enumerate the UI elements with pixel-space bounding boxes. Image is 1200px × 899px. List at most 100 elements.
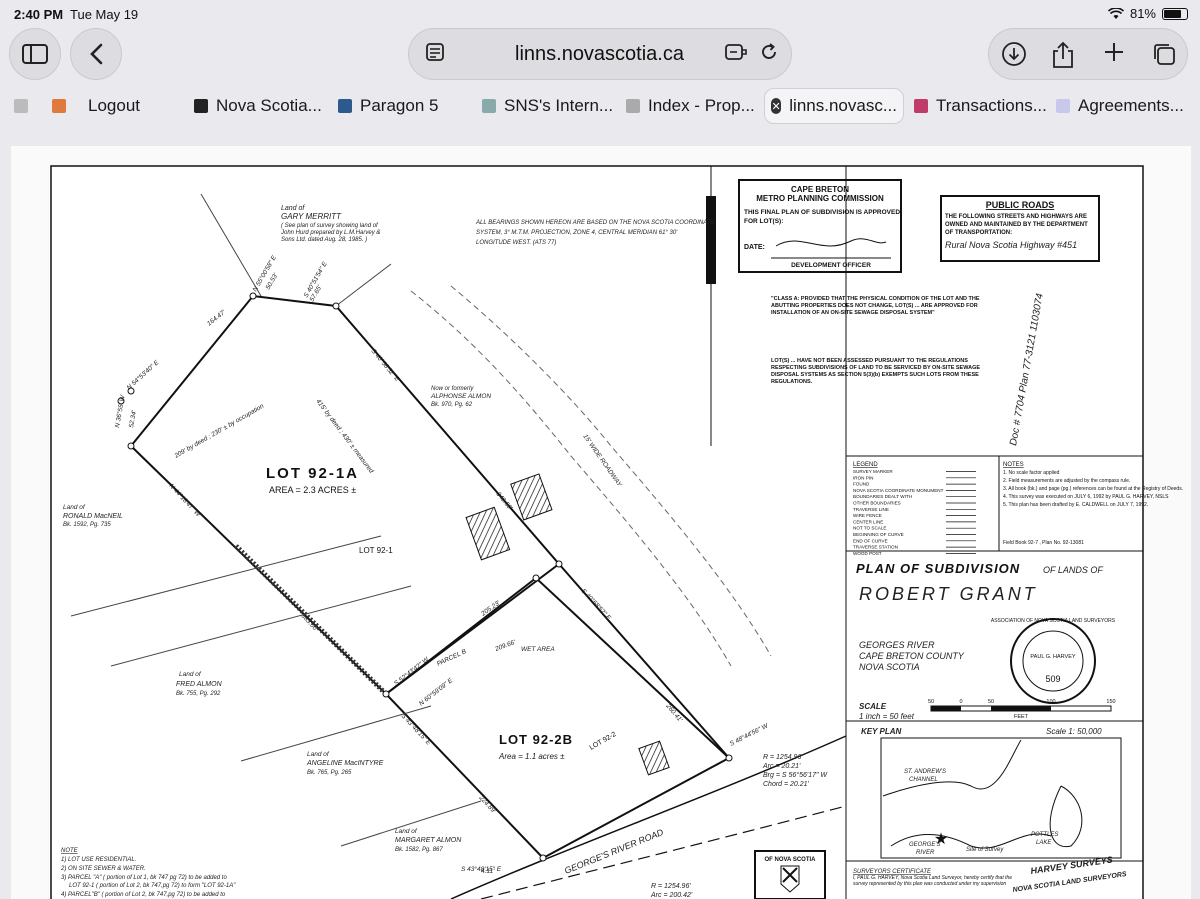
- svg-text:5. This plan has been drafted: 5. This plan has been drafted by E. CALD…: [1003, 502, 1148, 508]
- scale-tick-label: 50: [928, 699, 934, 705]
- svg-text:LOT 92-1 ( portion of Lot 2, b: LOT 92-1 ( portion of Lot 2, bk 747,pg 7…: [69, 883, 236, 889]
- approval-line: THIS FINAL PLAN OF SUBDIVISION IS APPROV…: [744, 209, 900, 216]
- scale-label: SCALE: [859, 702, 887, 711]
- svg-text:WET AREA: WET AREA: [521, 646, 555, 653]
- svg-text:RONALD MacNEIL: RONALD MacNEIL: [63, 513, 123, 520]
- svg-text:Bk. 765, Pg. 265: Bk. 765, Pg. 265: [307, 770, 352, 776]
- owner-label: Land of: [281, 205, 305, 212]
- lot-assessment-note: LOT(S) ... HAVE NOT BEEN ASSESSED PURSUA…: [771, 358, 980, 385]
- favicon-icon: [194, 99, 208, 113]
- battery-fill: [1164, 9, 1181, 18]
- tab-label: linns.novasc...: [789, 96, 897, 115]
- back-button[interactable]: [70, 28, 122, 80]
- owner-note: Sons Ltd. dated Aug. 28, 1985. ): [281, 237, 367, 243]
- svg-text:Bk. 755, Pg. 292: Bk. 755, Pg. 292: [176, 691, 221, 697]
- tab-label: Transactions...: [936, 96, 1047, 115]
- tab-index[interactable]: Index - Prop...: [626, 88, 760, 124]
- tab-overview-icon[interactable]: [1151, 41, 1177, 73]
- curve-data: Brg = S 56°56'17" W: [763, 771, 828, 779]
- favicon-icon: [1056, 99, 1070, 113]
- key-plan-scale: Scale 1: 50,000: [1046, 727, 1102, 736]
- survey-plan-document[interactable]: Land of GARY MERRITT ( See plan of surve…: [11, 146, 1191, 899]
- legend-item: SURVEY MARKER: [853, 469, 893, 474]
- tab-transactions[interactable]: Transactions...: [914, 88, 1048, 124]
- lot-faint-label: LOT 92-1: [359, 546, 393, 555]
- status-date: Tue May 19: [70, 7, 139, 22]
- new-tab-icon[interactable]: [1103, 41, 1125, 69]
- tab-label: Index - Prop...: [648, 96, 755, 115]
- plan-title-suffix: OF LANDS OF: [1043, 565, 1103, 575]
- reload-icon[interactable]: [759, 42, 779, 68]
- svg-text:LAKE: LAKE: [1036, 840, 1052, 846]
- legend-item: NOVA SCOTIA COORDINATE MONUMENT: [853, 488, 944, 493]
- tab-icon-only[interactable]: [14, 88, 34, 124]
- download-icon[interactable]: [1001, 41, 1027, 73]
- svg-text:3. All book (bk.) and page (pg: 3. All book (bk.) and page (pg.) referen…: [1003, 486, 1183, 492]
- svg-text:FRED ALMON: FRED ALMON: [176, 681, 223, 688]
- svg-text:4) PARCEL"B" ( portion of Lot: 4) PARCEL"B" ( portion of Lot 2, bk 747,…: [61, 892, 226, 898]
- legend-item: WOOD POST: [853, 551, 882, 556]
- battery-icon: [1162, 7, 1188, 20]
- tab-sns[interactable]: SNS's Intern...: [482, 88, 618, 124]
- surveyor-seal: [1010, 618, 1096, 704]
- scale-bar: [930, 705, 1112, 712]
- favicon-icon: [914, 99, 928, 113]
- key-plan-title: KEY PLAN: [861, 727, 902, 736]
- tab-nova-scotia[interactable]: Nova Scotia...: [194, 88, 328, 124]
- address-bar[interactable]: linns.novascotia.ca: [408, 28, 792, 80]
- tab-linns-active[interactable]: ✕ linns.novasc...: [764, 88, 904, 124]
- plan-location: CAPE BRETON COUNTY: [859, 651, 965, 661]
- share-icon[interactable]: [1051, 41, 1075, 75]
- curve-data: R = 1254.96': [651, 883, 691, 890]
- browser-toolbar: linns.novascotia.ca: [0, 28, 1200, 84]
- svg-text:4.11': 4.11': [481, 868, 495, 875]
- toolbar-actions: [988, 28, 1188, 80]
- sidebar-button[interactable]: [9, 28, 61, 80]
- svg-text:ANGELINE MacINTYRE: ANGELINE MacINTYRE: [306, 760, 384, 767]
- svg-text:Land of: Land of: [179, 671, 202, 678]
- status-bar: 2:40 PM Tue May 19 81%: [0, 0, 1200, 28]
- scale-tick-label: 0: [959, 699, 962, 705]
- svg-text:Land of: Land of: [395, 828, 418, 835]
- tab-bar: Logout Nova Scotia... Paragon 5 SNS's In…: [0, 88, 1200, 126]
- tab-agreements[interactable]: Agreements...: [1056, 88, 1190, 124]
- extension-icon[interactable]: [725, 42, 747, 68]
- scale-tick-label: 150: [1106, 699, 1115, 705]
- svg-text:3) PARCEL "A" ( portion of Lot: 3) PARCEL "A" ( portion of Lot 1, bk 747…: [61, 875, 227, 881]
- svg-text:Bk. 1592, Pg. 735: Bk. 1592, Pg. 735: [63, 522, 111, 528]
- legend-item: TRAVERSE STATION: [853, 545, 898, 550]
- close-tab-icon[interactable]: ✕: [771, 98, 782, 114]
- url-text[interactable]: linns.novascotia.ca: [515, 43, 684, 66]
- curve-data: Chord = 20.21': [763, 781, 810, 788]
- tab-label: Agreements...: [1078, 96, 1184, 115]
- svg-text:Now or formerly: Now or formerly: [431, 386, 474, 392]
- page-menu-icon[interactable]: [425, 42, 445, 68]
- owner-note: ( See plan of survey showing land of: [281, 223, 379, 229]
- favicon-icon: [626, 99, 640, 113]
- tab-label: Logout: [88, 96, 140, 115]
- lot-a-area: AREA = 2.3 ACRES ±: [269, 485, 356, 495]
- tab-paragon[interactable]: Paragon 5: [338, 88, 472, 124]
- lot-b-area: Area = 1.1 acres ±: [498, 752, 565, 761]
- favicon-icon: [482, 99, 496, 113]
- tab-label: Nova Scotia...: [216, 96, 322, 115]
- svg-text:Field Book 92-7 , Plan No. 92-: Field Book 92-7 , Plan No. 92-13081: [1003, 540, 1084, 546]
- tab-label: SNS's Intern...: [504, 96, 614, 115]
- seal-text: PAUL G. HARVEY: [1030, 654, 1075, 660]
- scale-tick-label: 50: [988, 699, 994, 705]
- svg-text:1) LOT USE RESIDENTIAL.: 1) LOT USE RESIDENTIAL.: [61, 857, 136, 863]
- battery-percent: 81%: [1129, 6, 1156, 21]
- approval-officer: DEVELOPMENT OFFICER: [791, 262, 871, 269]
- curve-data: Arc = 20.21': [762, 763, 801, 770]
- svg-text:CHANNEL: CHANNEL: [909, 777, 938, 783]
- tab-logout[interactable]: Logout: [52, 88, 184, 124]
- approval-date: DATE:: [744, 244, 765, 251]
- legend-item: OTHER BOUNDARIES: [853, 501, 901, 506]
- approval-line: FOR LOT(S):: [744, 218, 783, 225]
- plan-owner: ROBERT GRANT: [859, 584, 1038, 604]
- legend-item: BOUNDARIES DEALT WITH: [853, 494, 912, 499]
- status-time: 2:40 PM: [14, 7, 64, 22]
- svg-text:GEORGE'S: GEORGE'S: [909, 842, 941, 848]
- seal-number: 509: [1045, 674, 1060, 684]
- curve-data: Arc = 200.42': [650, 892, 693, 899]
